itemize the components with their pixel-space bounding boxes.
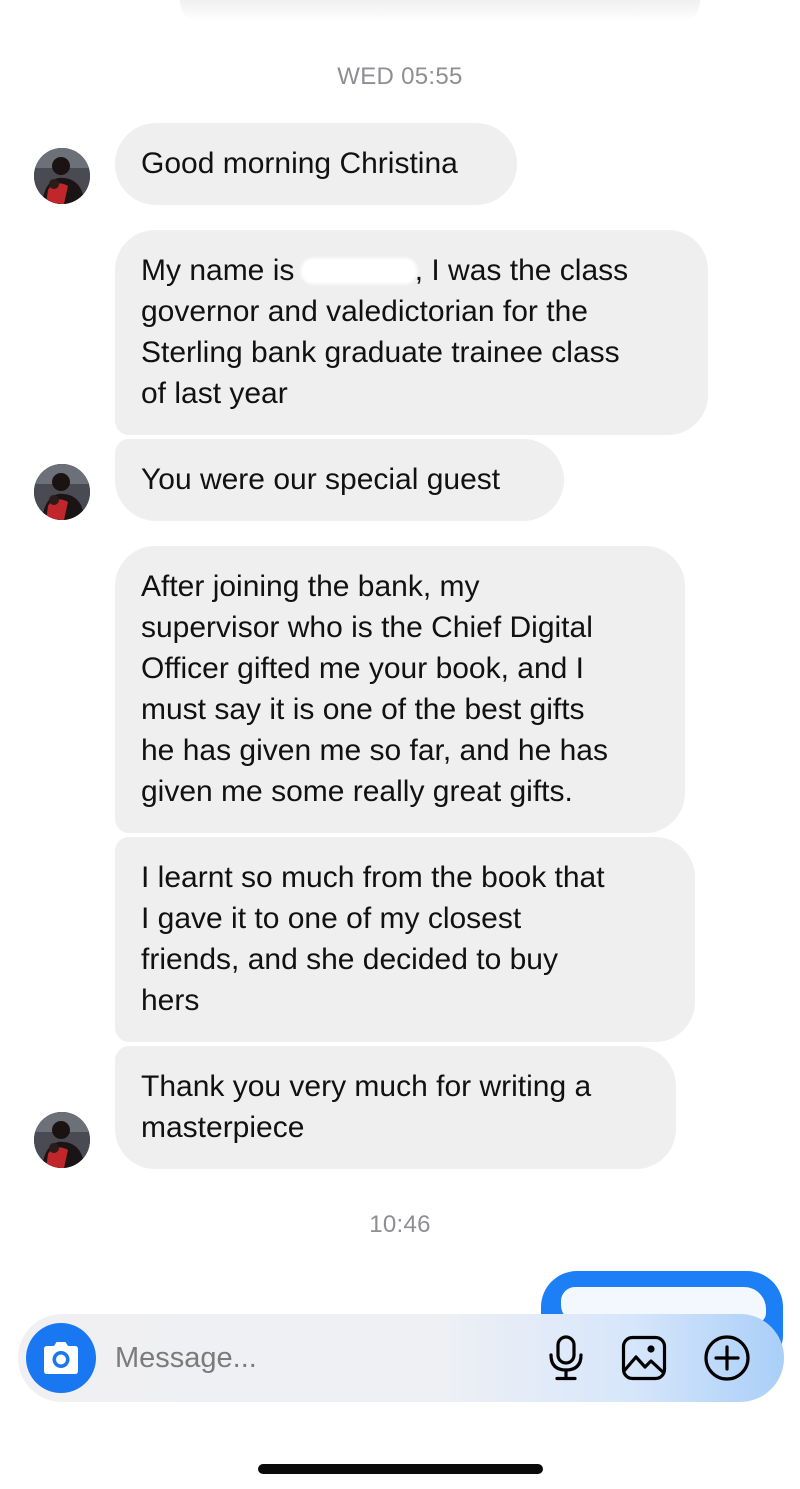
timestamp-1046: 10:46	[369, 1211, 431, 1238]
microphone-icon	[549, 1335, 583, 1381]
message-bubble-book-gift[interactable]: After joining the bank, my supervisor wh…	[115, 546, 685, 833]
message-bubble-special-guest[interactable]: You were our special guest	[115, 439, 564, 521]
previous-message-fade	[180, 0, 700, 22]
microphone-button[interactable]	[546, 1334, 586, 1387]
message-bubble-thank-you[interactable]: Thank you very much for writing a master…	[115, 1046, 676, 1169]
timestamp-wed: WED 05:55	[337, 63, 463, 90]
gallery-button[interactable]	[621, 1335, 667, 1386]
message-bubble-greeting[interactable]: Good morning Christina	[115, 123, 517, 205]
camera-button[interactable]	[26, 1323, 96, 1393]
message-bubble-intro[interactable]: My name is , I was the class governor an…	[115, 230, 708, 435]
add-button[interactable]	[703, 1334, 751, 1387]
message-input[interactable]	[115, 1336, 515, 1380]
home-indicator[interactable]	[258, 1464, 543, 1474]
gallery-icon	[621, 1335, 667, 1381]
redacted-name	[302, 260, 415, 282]
message-bubble-learnt[interactable]: I learnt so much from the book that I ga…	[115, 837, 695, 1042]
chat-screen: WED 05:55 Good morning Christina My name…	[0, 0, 800, 1489]
camera-icon	[44, 1342, 78, 1374]
message-text-prefix: My name is	[141, 254, 303, 287]
sender-avatar[interactable]	[34, 464, 90, 520]
add-icon	[704, 1335, 750, 1381]
sender-avatar[interactable]	[34, 148, 90, 204]
sender-avatar[interactable]	[34, 1112, 90, 1168]
